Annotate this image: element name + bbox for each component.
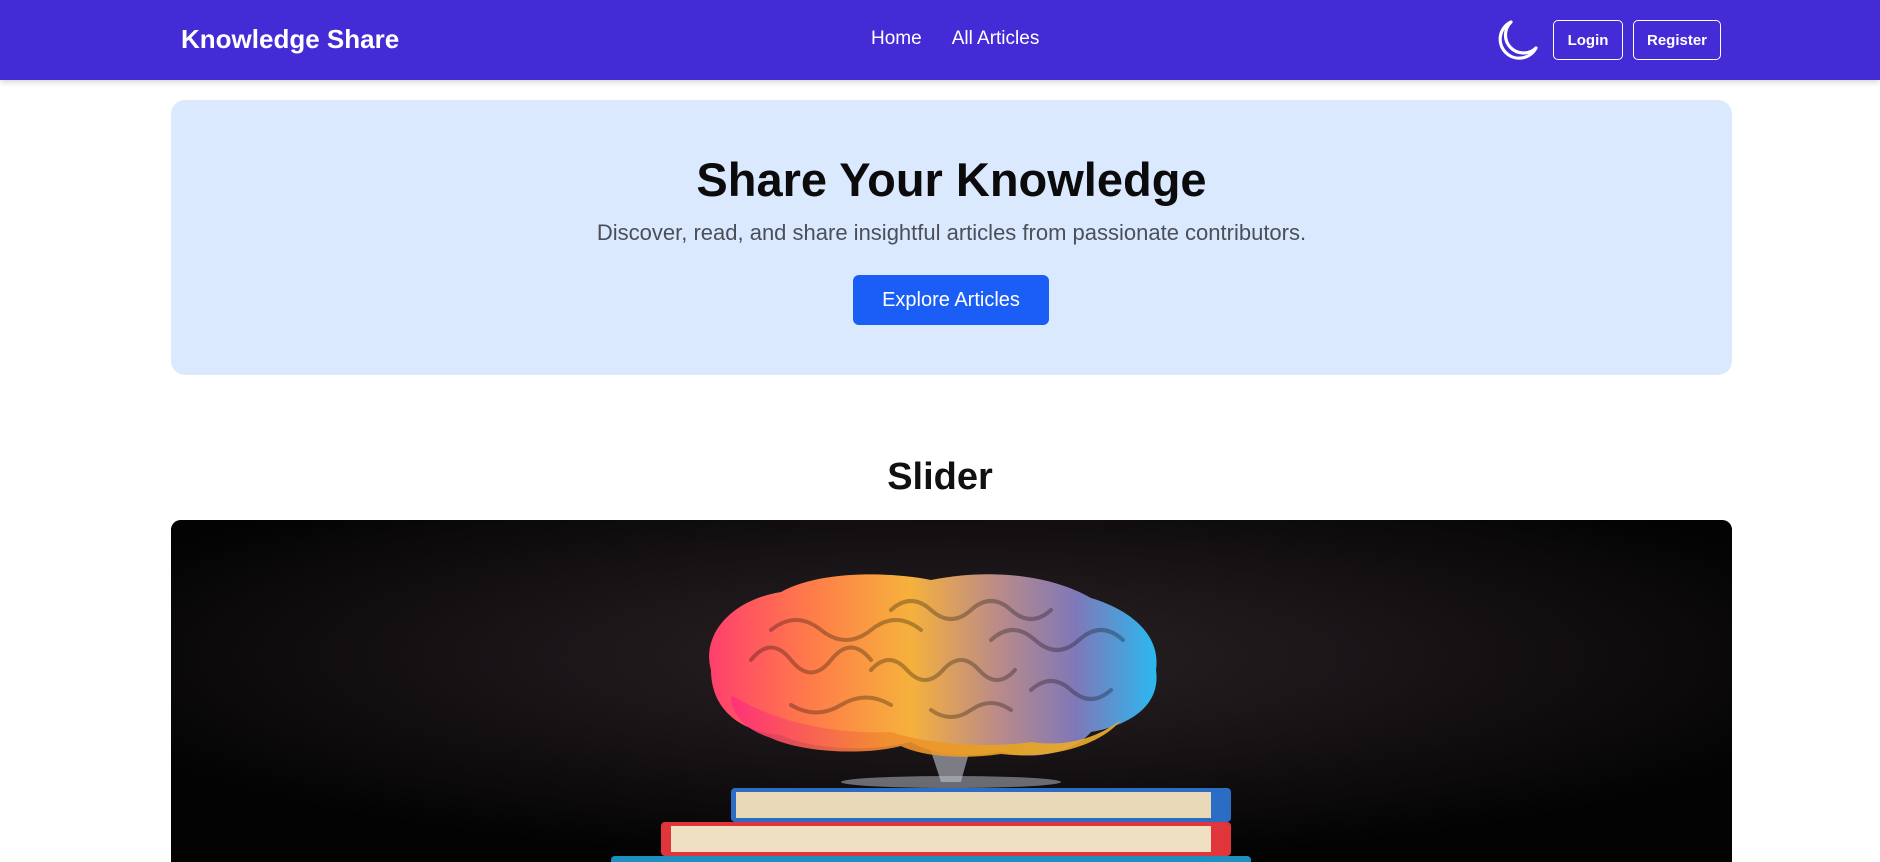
theme-toggle-button[interactable] — [1494, 17, 1540, 63]
moon-icon — [1498, 20, 1538, 60]
register-button[interactable]: Register — [1633, 20, 1721, 60]
image-slider[interactable] — [171, 520, 1732, 862]
hero-subtitle: Discover, read, and share insightful art… — [596, 220, 1307, 245]
login-button[interactable]: Login — [1553, 20, 1623, 60]
main-nav: Home All Articles — [871, 28, 1039, 50]
hero-banner: Share Your Knowledge Discover, read, and… — [171, 100, 1732, 375]
brand-logo[interactable]: Knowledge Share — [181, 24, 399, 55]
slider-heading: Slider — [887, 456, 993, 498]
explore-articles-button[interactable]: Explore Articles — [853, 275, 1049, 325]
hero-title: Share Your Knowledge — [696, 153, 1207, 206]
nav-link-home[interactable]: Home — [871, 28, 922, 50]
brain-on-books-image — [171, 520, 1732, 862]
nav-link-all-articles[interactable]: All Articles — [952, 28, 1040, 50]
navbar: Knowledge Share Home All Articles Login … — [0, 0, 1880, 80]
